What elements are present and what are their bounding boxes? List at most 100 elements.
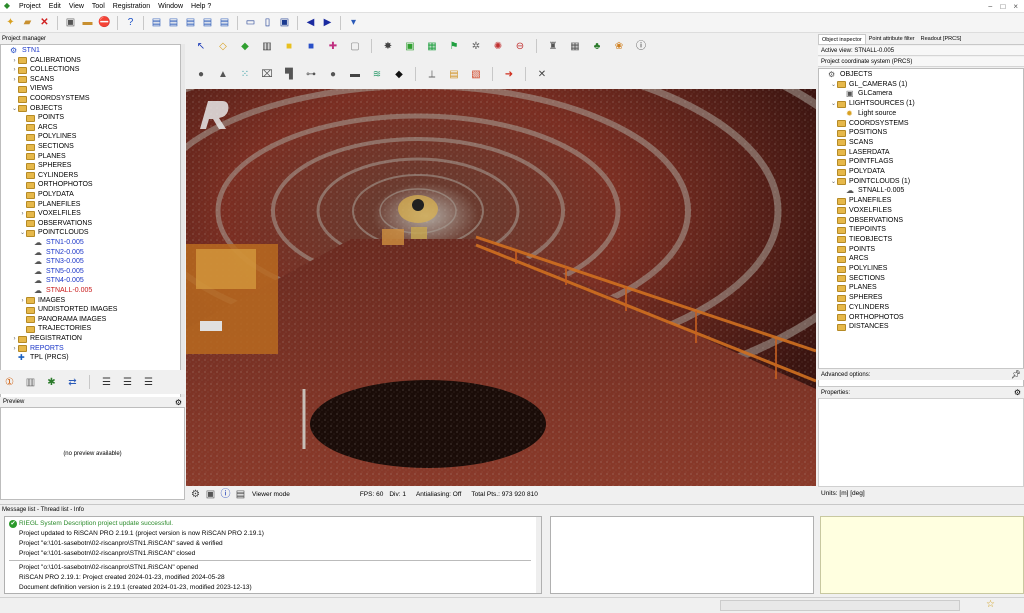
tree-item[interactable]: › CALIBRATIONS	[11, 56, 81, 66]
maximize-icon[interactable]: □	[1000, 2, 1005, 11]
tree-item[interactable]: ☁ STN1-0.005	[27, 238, 84, 248]
object-tree-item[interactable]: VOXELFILES	[830, 206, 892, 216]
project-tree-scrollbar[interactable]	[181, 44, 185, 404]
tree-item[interactable]: ☁ STN2-0.005	[27, 248, 84, 258]
new-project-icon[interactable]: ✦	[3, 15, 18, 30]
object-tree-item[interactable]: PLANEFILES	[830, 196, 891, 206]
object-tree-item[interactable]: DISTANCES	[830, 322, 889, 332]
tree-item[interactable]: CYLINDERS	[19, 171, 78, 181]
object-tree-item[interactable]: TIEPOINTS	[830, 225, 886, 235]
menu-help[interactable]: Help ?	[187, 0, 215, 13]
close-icon[interactable]: ×	[1013, 2, 1018, 11]
tree-item[interactable]: ⌄ OBJECTS	[11, 104, 62, 114]
terrain-icon[interactable]: ▲	[214, 67, 232, 82]
tab-object-inspector[interactable]: Object inspector	[818, 34, 866, 44]
tree-item[interactable]: ✚ TPL (PRCS)	[11, 353, 69, 363]
expand-toggle-icon[interactable]: ⌄	[830, 99, 837, 109]
save-icon[interactable]: ▣	[63, 15, 78, 30]
tree-item[interactable]: POLYLINES	[19, 132, 76, 142]
select-cursor-icon[interactable]: ↖	[192, 39, 210, 54]
menu-tool[interactable]: Tool	[88, 0, 109, 13]
viewer-info-icon[interactable]: ⓘ	[218, 487, 233, 502]
columns-icon[interactable]: ▥	[258, 39, 276, 54]
forward-arrow-icon[interactable]: ▶	[320, 15, 335, 30]
viewer-save-icon[interactable]: ▣	[203, 487, 218, 502]
close-project-icon[interactable]: ✕	[37, 15, 52, 30]
scanner-icon[interactable]: ♜	[544, 39, 562, 54]
selection-icon[interactable]: ⌧	[258, 67, 276, 82]
preview-settings-icon[interactable]: ⚙	[175, 398, 182, 407]
tree-item[interactable]: › VOXELFILES	[19, 209, 81, 219]
object-tree-item[interactable]: TIEOBJECTS	[830, 235, 892, 245]
document-icon[interactable]: ▧	[467, 67, 485, 82]
view-cube-icon[interactable]: ◇	[214, 39, 232, 54]
align-center-icon[interactable]: ☰	[120, 375, 135, 390]
tree-item[interactable]: › REGISTRATION	[11, 334, 82, 344]
layers-icon[interactable]: ▤	[217, 15, 232, 30]
tree-item[interactable]: › IMAGES	[19, 296, 65, 306]
coord-icon[interactable]: ▤	[200, 15, 215, 30]
message-list-scrollbar[interactable]	[536, 517, 541, 593]
frame-box-icon[interactable]: ▢	[346, 39, 364, 54]
filter-icon[interactable]: ⊖	[511, 39, 529, 54]
object-tree-item[interactable]: ▣ GLCamera	[839, 89, 892, 99]
red-gear-icon[interactable]: ✺	[489, 39, 507, 54]
tree-item[interactable]: ☁ STN5-0.005	[27, 267, 84, 277]
object-tree-item[interactable]: POLYLINES	[830, 264, 887, 274]
object-tree-item[interactable]: ✹ Light source	[839, 109, 896, 119]
window-icon[interactable]: ▣	[277, 15, 292, 30]
object-tree-item[interactable]: ARCS	[830, 254, 868, 264]
viewer-save-disk-icon[interactable]: ▤	[233, 487, 248, 502]
tree-item[interactable]: ⚙ STN1	[3, 46, 40, 56]
menu-registration[interactable]: Registration	[109, 0, 154, 13]
plant-icon[interactable]: ❀	[610, 39, 628, 54]
color-mode-icon[interactable]: ◆	[236, 39, 254, 54]
pin-icon[interactable]: 📌︎	[1011, 370, 1021, 379]
tree-item[interactable]: COORDSYSTEMS	[11, 94, 90, 104]
expand-toggle-icon[interactable]: ›	[11, 75, 18, 85]
expand-toggle-icon[interactable]: ›	[19, 296, 26, 306]
target-icon[interactable]: ◆	[390, 67, 408, 82]
stop-icon[interactable]: ⛔	[97, 15, 112, 30]
star-tool-icon[interactable]: ✸	[379, 39, 397, 54]
tree-item[interactable]: POLYDATA	[19, 190, 74, 200]
tree-item[interactable]: ORTHOPHOTOS	[19, 180, 93, 190]
object-tree-item[interactable]: CYLINDERS	[830, 303, 889, 313]
object-tree-item[interactable]: POSITIONS	[830, 128, 887, 138]
tree-settings-icon[interactable]: ✱	[44, 375, 59, 390]
tree-item[interactable]: › REPORTS	[11, 344, 64, 354]
picture-icon[interactable]: ▣	[401, 39, 419, 54]
color-arrow-icon[interactable]: ➜	[500, 67, 518, 82]
point-cloud-viewport[interactable]	[186, 89, 816, 486]
menu-project[interactable]: Project	[15, 0, 45, 13]
stack-icon[interactable]: ≋	[368, 67, 386, 82]
tree-item[interactable]: UNDISTORTED IMAGES	[19, 305, 117, 315]
tree-item[interactable]: VIEWS	[11, 84, 53, 94]
object-tree-item[interactable]: POINTS	[830, 245, 875, 255]
menu-window[interactable]: Window	[154, 0, 187, 13]
object-tree-item[interactable]: COORDSYSTEMS	[830, 119, 909, 129]
chart-icon[interactable]: ▤	[445, 67, 463, 82]
split-vertical-icon[interactable]: ▯	[260, 15, 275, 30]
measure-icon[interactable]: ⟂	[423, 67, 441, 82]
object-tree-item[interactable]: SCANS	[830, 138, 873, 148]
expand-toggle-icon[interactable]: ⌄	[11, 104, 18, 114]
menu-view[interactable]: View	[65, 0, 88, 13]
star-icon[interactable]: ☆	[986, 599, 995, 610]
help-icon[interactable]: ?	[123, 15, 138, 30]
tree-item[interactable]: PLANEFILES	[19, 200, 80, 210]
grid-icon[interactable]: ▦	[566, 39, 584, 54]
object-tree-item[interactable]: ☁ STNALL-0.005	[839, 186, 904, 196]
align-left-icon[interactable]: ☰	[99, 375, 114, 390]
object-tree-item[interactable]: PLANES	[830, 283, 877, 293]
tree-item[interactable]: TRAJECTORIES	[19, 324, 91, 334]
folder-icon[interactable]: ▬	[80, 15, 95, 30]
object-tree-item[interactable]: OBSERVATIONS	[830, 216, 903, 226]
node-icon[interactable]: ⊶	[302, 67, 320, 82]
object-tree-item[interactable]: ⌄ POINTCLOUDS (1)	[830, 177, 910, 187]
object-tree-item[interactable]: ORTHOPHOTOS	[830, 313, 904, 323]
tree-item[interactable]: POINTS	[19, 113, 64, 123]
tree-item[interactable]: ☁ STN4-0.005	[27, 276, 84, 286]
points-grid-icon[interactable]: ⁙	[236, 67, 254, 82]
pin-icon[interactable]: ✲	[467, 39, 485, 54]
